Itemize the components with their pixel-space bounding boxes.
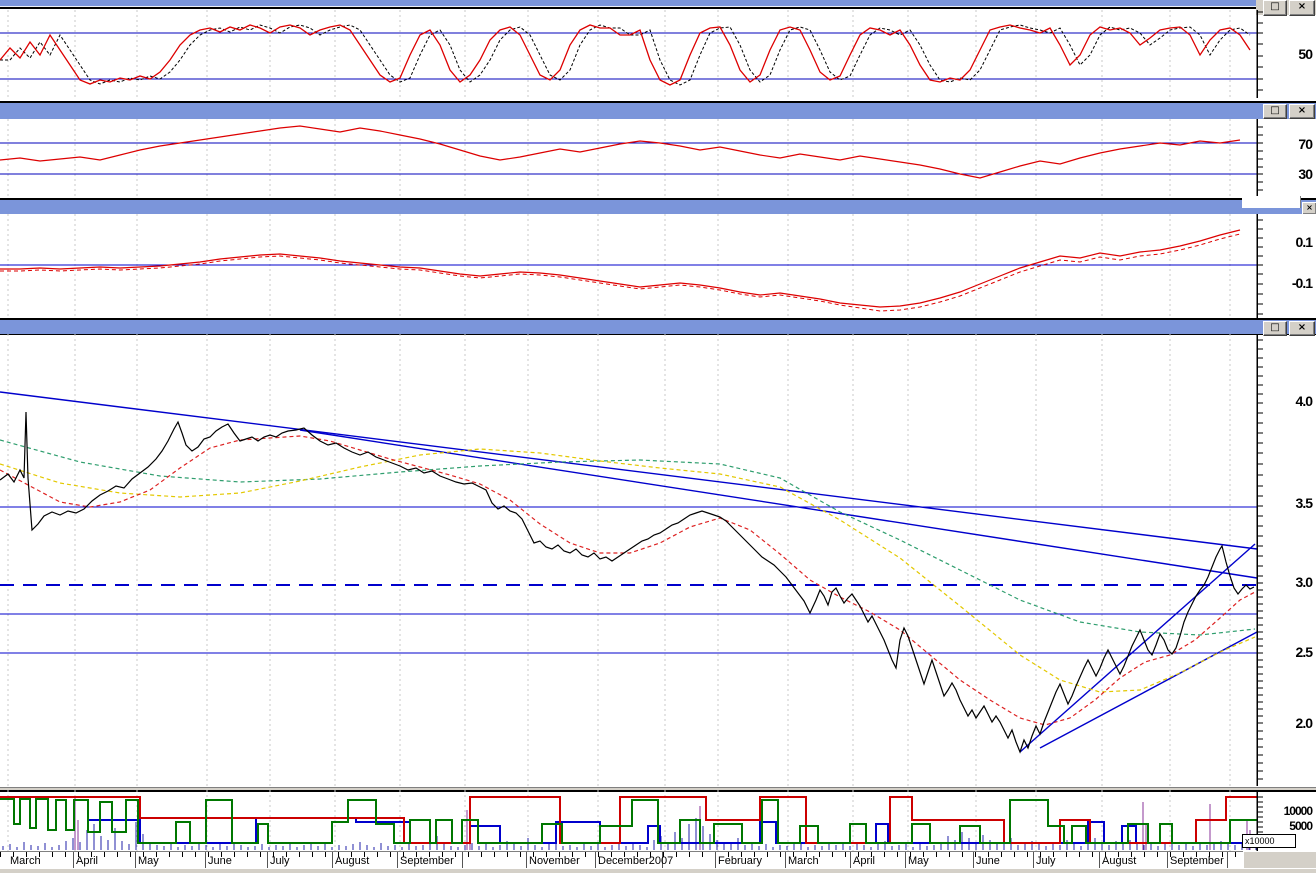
- x-axis-month-label: July: [1036, 855, 1056, 867]
- x-axis-month-separator: [332, 852, 333, 869]
- price-pane-canvas[interactable]: [0, 334, 1316, 786]
- x-axis-month-label: August: [335, 855, 369, 867]
- volume-axis-label-5000: 5000: [1266, 819, 1312, 833]
- x-axis-month-separator: [973, 852, 974, 869]
- x-axis-month-label: February: [718, 855, 762, 867]
- x-axis-month-label: March: [10, 855, 41, 867]
- x-axis-month-label: September: [1170, 855, 1224, 867]
- momentum-axis-label-neg: -0.1: [1266, 275, 1312, 291]
- x-axis-month-label: May: [138, 855, 159, 867]
- x-axis-month-separator: [267, 852, 268, 869]
- x-axis-month-separator: [785, 852, 786, 869]
- x-axis-month-label: June: [208, 855, 232, 867]
- momentum-pane-canvas[interactable]: [0, 214, 1316, 318]
- x-axis-month-separator: [850, 852, 851, 869]
- x-axis-month-label: May: [908, 855, 929, 867]
- pane3-titlebar[interactable]: [0, 200, 1316, 215]
- x-axis-month-separator: [135, 852, 136, 869]
- pane1-titlebar[interactable]: [0, 0, 1316, 7]
- x-axis-month-label: March: [788, 855, 819, 867]
- pane4-titlebar[interactable]: [0, 320, 1316, 335]
- price-axis-label-3: 3.0: [1266, 574, 1312, 590]
- x-axis-strip: March April May June July August September Nove…: [0, 851, 1316, 869]
- price-axis-label-4: 4.0: [1266, 393, 1312, 409]
- price-axis-label-2: 2.0: [1266, 715, 1312, 731]
- x-axis-month-label: November: [529, 855, 580, 867]
- stochastic-axis-label-50: 50: [1266, 46, 1312, 62]
- price-axis-label-25: 2.5: [1266, 644, 1312, 660]
- price-axis-label-35: 3.5: [1266, 495, 1312, 511]
- charting-workspace: □ × 50 □ × 70 30 × 0.1 -0.1 □ × 4.0 3.5 …: [0, 0, 1316, 873]
- pane2-close-button[interactable]: ×: [1289, 104, 1315, 119]
- volume-pane-canvas[interactable]: [0, 790, 1316, 851]
- x-axis-month-separator: [1099, 852, 1100, 869]
- pane2-titlebar[interactable]: [0, 103, 1316, 120]
- x-axis-month-separator: [905, 852, 906, 869]
- volume-axis-label-10000: 10000: [1266, 804, 1312, 818]
- x-axis-month-separator: [715, 852, 716, 869]
- momentum-axis-label-pos: 0.1: [1266, 234, 1312, 250]
- volume-multiplier-box: x10000: [1242, 834, 1296, 848]
- x-axis-month-label: December2007: [598, 855, 673, 867]
- status-strip: [0, 868, 1316, 873]
- x-axis-month-label: August: [1102, 855, 1136, 867]
- x-axis-month-separator: [1227, 852, 1228, 869]
- rsi-axis-label-70: 70: [1266, 136, 1312, 152]
- x-axis-month-separator: [1033, 852, 1034, 869]
- x-axis-month-label: September: [400, 855, 454, 867]
- stochastic-pane-canvas[interactable]: [0, 10, 1316, 98]
- x-axis-month-separator: [397, 852, 398, 869]
- x-axis-month-label: June: [976, 855, 1000, 867]
- rsi-axis-label-30: 30: [1266, 166, 1312, 182]
- pane2-maximize-button[interactable]: □: [1263, 104, 1287, 119]
- x-axis-month-separator: [526, 852, 527, 869]
- x-axis-month-label: April: [76, 855, 98, 867]
- x-axis-month-separator: [462, 852, 463, 869]
- pane3-titlebar-artifact: [1242, 196, 1301, 208]
- x-axis-month-separator: [1167, 852, 1168, 869]
- x-axis-month-separator: [73, 852, 74, 869]
- rsi-pane-canvas[interactable]: [0, 119, 1316, 197]
- x-axis-month-separator: [595, 852, 596, 869]
- x-axis-month-label: April: [853, 855, 875, 867]
- x-axis-month-label: July: [270, 855, 290, 867]
- x-axis-month-separator: [205, 852, 206, 869]
